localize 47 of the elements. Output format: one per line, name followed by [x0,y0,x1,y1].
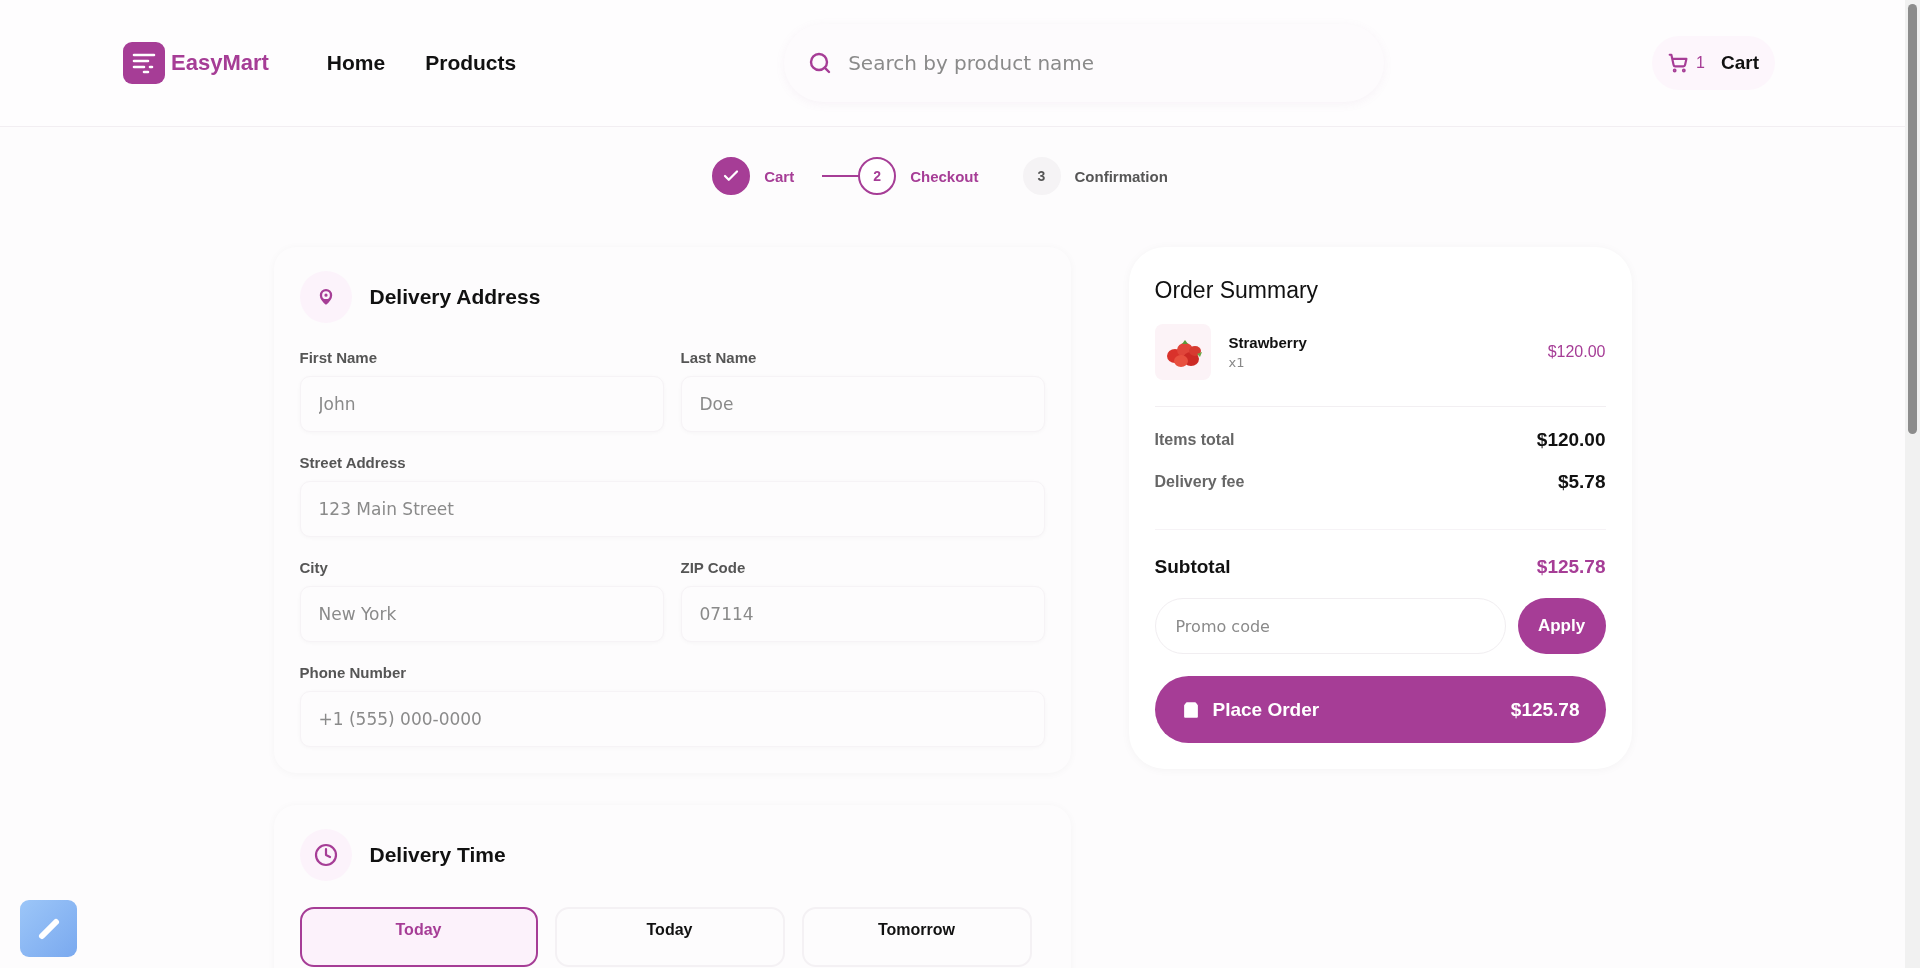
step-label: Cart [764,167,795,185]
card-title: Delivery Address [369,285,541,309]
field-label: Phone Number [299,664,408,681]
field-label: City [299,559,329,576]
search-icon [808,51,833,75]
bag-icon [1180,699,1201,720]
nav-link[interactable]: Products [425,51,517,75]
step-indicator: 3 [1022,157,1061,195]
field-label: Last Name [680,349,758,366]
search-field[interactable]: Search by product name [846,50,1361,76]
scrollbar[interactable] [1905,0,1920,968]
subtotal-value: $125.78 [1536,556,1606,578]
time-slot[interactable]: Tomorrow [801,907,1032,967]
item-price: $120.00 [1547,343,1606,361]
line-label: Delivery fee [1154,473,1245,491]
brand-name: EasyMart [171,50,269,76]
line-value: $5.78 [1557,471,1606,493]
apply-button[interactable]: Apply [1517,598,1606,654]
promo-code-field[interactable]: Promo code [1154,598,1506,654]
input-field[interactable]: 123 Main Street [299,481,1045,537]
nav-link[interactable]: Home [326,51,386,75]
logo-icon[interactable] [123,42,165,84]
input-field[interactable]: +1 (555) 000-0000 [299,691,1045,747]
time-slot[interactable]: Today [554,907,785,967]
cart-icon [1668,53,1689,73]
summary-title: Order Summary [1154,277,1320,304]
line-label: Items total [1154,431,1235,449]
input-field[interactable]: 07114 [680,586,1045,642]
field-label: ZIP Code [680,559,747,576]
cart-button[interactable]: 1 Cart [1652,36,1775,90]
step-label: Checkout [910,167,979,185]
field-label: First Name [299,349,379,366]
place-order-button[interactable]: Place Order $125.78 [1154,676,1606,743]
cart-count: 1 [1696,54,1705,72]
line-value: $120.00 [1536,429,1606,451]
item-name: Strawberry [1228,334,1308,351]
subtotal-label: Subtotal [1154,556,1231,578]
input-field[interactable]: Doe [680,376,1045,432]
step-label: Confirmation [1074,167,1168,185]
widget-button[interactable] [20,900,77,957]
input-field[interactable]: New York [299,586,664,642]
card-title: Delivery Time [369,843,506,867]
item-quantity: x1 [1228,355,1246,370]
cart-label: Cart [1720,52,1759,74]
time-slot[interactable]: Today [299,907,538,967]
field-label: Street Address [299,454,407,471]
step-indicator: 2 [858,157,897,195]
